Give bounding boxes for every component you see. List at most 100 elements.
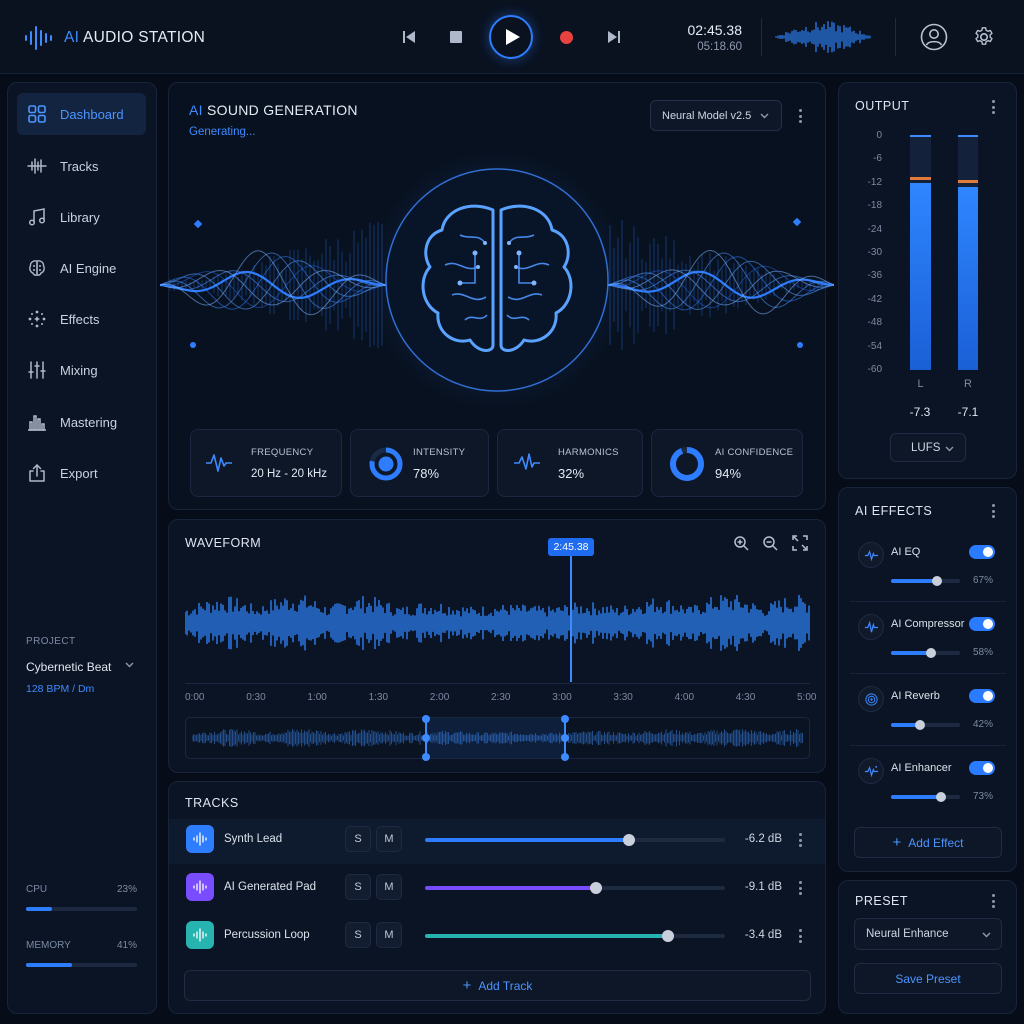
generation-status: Generating...: [189, 126, 256, 138]
effects-menu-button[interactable]: [986, 502, 1000, 520]
overview-strip[interactable]: [185, 715, 810, 761]
effect-amount-slider[interactable]: [891, 792, 960, 802]
sidebar-item-mastering[interactable]: Mastering: [17, 401, 146, 443]
export-icon: [29, 464, 45, 482]
project-label: PROJECT: [26, 636, 76, 647]
track-volume-slider[interactable]: [425, 834, 725, 846]
meter-right-fill: [958, 187, 978, 370]
track-menu-button[interactable]: [793, 831, 807, 849]
memory-bar: [26, 963, 137, 967]
plus-icon: +: [892, 834, 902, 851]
record-button[interactable]: [560, 31, 573, 44]
track-icon: [186, 873, 214, 901]
meter-scale-label: -48: [867, 317, 882, 329]
effect-amount-slider[interactable]: [891, 720, 960, 730]
overview-selection[interactable]: [422, 715, 569, 761]
memory-value: 41%: [116, 940, 137, 951]
timeline-divider: [185, 683, 810, 684]
timeline-tick-label: 4:00: [674, 692, 695, 703]
output-menu-button[interactable]: [986, 98, 1000, 116]
track-solo-button[interactable]: S: [345, 922, 371, 948]
zoom-out-icon[interactable]: [762, 535, 778, 551]
track-icon: [186, 921, 214, 949]
stop-icon[interactable]: [450, 31, 462, 43]
timeline-ticks: 0:00 0:30 1:00 1:30 2:00 2:30 3:00 3:30 4:00 4:30…: [185, 692, 816, 706]
effect-amount-knob[interactable]: [914, 720, 925, 730]
timeline-tick-label: 2:00: [429, 692, 450, 703]
effect-icon: [858, 614, 884, 640]
meter-scale-label: -6: [873, 153, 882, 165]
expand-icon[interactable]: [792, 535, 808, 551]
track-volume-knob[interactable]: [623, 834, 635, 846]
meter-scale: 0 -6 -12 -18 -24 -30 -36 -42 -48 -54 -60: [850, 130, 882, 375]
plus-icon: +: [462, 977, 472, 994]
cpu-bar-fill: [26, 907, 52, 911]
add-track-button[interactable]: + Add Track: [184, 970, 811, 1001]
effect-toggle[interactable]: [969, 545, 995, 559]
track-volume-fill: [425, 886, 596, 890]
meter-scale-label: -24: [867, 223, 882, 235]
effect-toggle[interactable]: [969, 689, 995, 703]
model-select[interactable]: Neural Model v2.5: [650, 100, 782, 131]
waveform-icon: [27, 158, 47, 174]
track-volume-fill: [425, 934, 668, 938]
effect-amount-knob[interactable]: [926, 648, 937, 658]
project-meta: 128 BPM / Dm: [26, 683, 95, 695]
track-menu-button[interactable]: [793, 927, 807, 945]
effect-name: AI Enhancer: [891, 762, 952, 774]
effect-amount-value: 73%: [972, 791, 993, 802]
add-effect-button[interactable]: + Add Effect: [854, 827, 1002, 858]
skip-back-icon[interactable]: [402, 30, 416, 44]
effect-amount-fill: [891, 795, 942, 799]
play-button[interactable]: [489, 15, 533, 59]
tracks-title: TRACKS: [185, 796, 239, 810]
sidebar-item-library[interactable]: Library: [17, 196, 146, 238]
sidebar-item-ai-engine[interactable]: AI Engine: [17, 247, 146, 289]
grid-icon: [28, 105, 46, 123]
user-avatar-icon[interactable]: [920, 23, 948, 51]
generation-title: AI SOUND GENERATION: [189, 102, 358, 118]
track-volume-slider[interactable]: [425, 882, 725, 894]
gear-icon[interactable]: [973, 26, 995, 48]
preset-select[interactable]: Neural Enhance: [854, 918, 1002, 950]
sidebar-item-dashboard[interactable]: Dashboard: [17, 93, 146, 135]
track-mute-button[interactable]: M: [376, 922, 402, 948]
preset-menu-button[interactable]: [986, 892, 1000, 910]
main-waveform[interactable]: [185, 563, 810, 683]
sidebar-item-effects[interactable]: Effects: [17, 298, 146, 340]
generation-menu-button[interactable]: [793, 107, 807, 125]
sidebar-item-tracks[interactable]: Tracks: [17, 145, 146, 187]
track-menu-button[interactable]: [793, 879, 807, 897]
stat-harmonics: HARMONICS 32%: [497, 429, 643, 497]
track-volume-knob[interactable]: [590, 882, 602, 894]
effect-amount-slider[interactable]: [891, 648, 960, 658]
track-volume-slider[interactable]: [425, 930, 725, 942]
save-preset-button[interactable]: Save Preset: [854, 963, 1002, 994]
track-db-value: -9.1 dB: [744, 881, 782, 893]
effect-toggle[interactable]: [969, 761, 995, 775]
effect-icon: [858, 758, 884, 784]
loudness-unit-select[interactable]: LUFS: [890, 433, 966, 462]
chevron-down-icon: [945, 446, 954, 452]
meter-right-label: R: [964, 378, 972, 390]
track-name: AI Generated Pad: [224, 881, 317, 893]
effect-name: AI Compressor: [891, 618, 965, 630]
ai-brain-visualization: [160, 155, 834, 410]
meter-scale-label: -60: [867, 364, 882, 375]
effect-amount-value: 42%: [972, 719, 993, 730]
reverb-rings-icon: [864, 692, 878, 706]
skip-forward-icon[interactable]: [607, 30, 621, 44]
effect-amount-slider[interactable]: [891, 576, 960, 586]
track-volume-knob[interactable]: [662, 930, 674, 942]
track-mute-button[interactable]: M: [376, 874, 402, 900]
effects-title: AI EFFECTS: [855, 504, 933, 518]
playhead-line[interactable]: [570, 556, 572, 682]
zoom-in-icon[interactable]: [733, 535, 749, 551]
sidebar-item-export[interactable]: Export: [17, 452, 146, 494]
track-solo-button[interactable]: S: [345, 874, 371, 900]
effect-toggle[interactable]: [969, 617, 995, 631]
project-selector[interactable]: Cybernetic Beat: [26, 658, 138, 674]
track-solo-button[interactable]: S: [345, 826, 371, 852]
sidebar-item-mixing[interactable]: Mixing: [17, 349, 146, 391]
track-mute-button[interactable]: M: [376, 826, 402, 852]
